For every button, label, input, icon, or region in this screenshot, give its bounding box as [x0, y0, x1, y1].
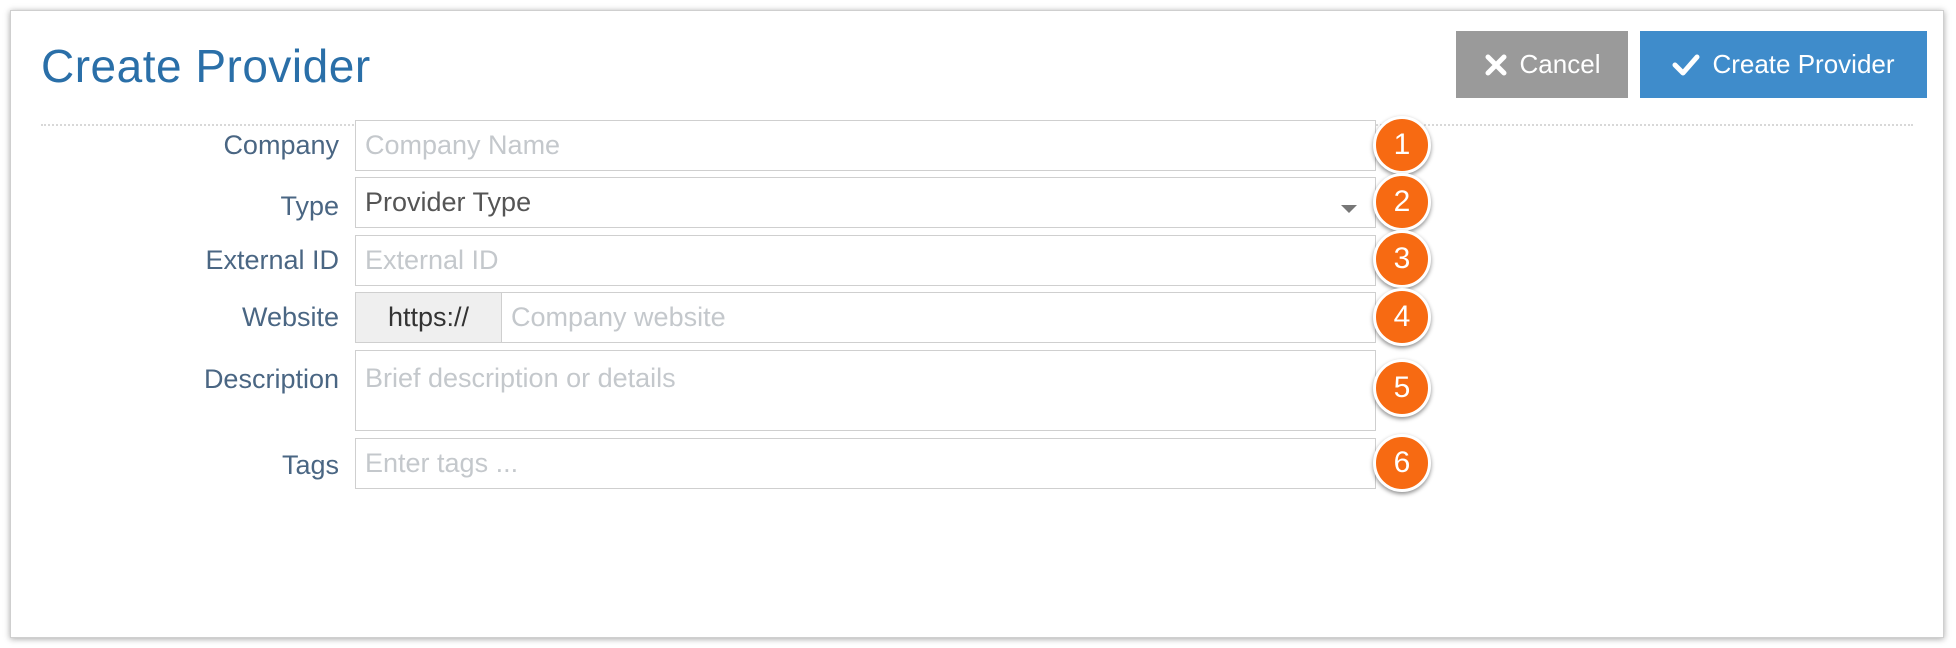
provider-type-value: Provider Type — [365, 187, 532, 217]
callout-badge-2: 2 — [1373, 173, 1431, 231]
callout-badge-6: 6 — [1373, 434, 1431, 492]
website-placeholder: Company website — [511, 302, 726, 332]
provider-type-select[interactable]: Provider Type — [355, 177, 1376, 228]
close-icon — [1485, 54, 1507, 75]
company-label: Company — [223, 130, 339, 160]
description-label: Description — [203, 364, 339, 394]
external-id-placeholder: External ID — [365, 245, 499, 275]
company-name-placeholder: Company Name — [365, 130, 561, 160]
callout-badge-4: 4 — [1373, 288, 1431, 346]
cancel-button-label: Cancel — [1519, 49, 1601, 79]
callout-badge-5: 5 — [1373, 359, 1431, 417]
website-label: Website — [241, 302, 339, 332]
external-id-input[interactable]: External ID — [355, 235, 1376, 286]
external-id-label: External ID — [205, 245, 339, 275]
cancel-button[interactable]: Cancel — [1456, 31, 1628, 98]
callout-badge-3: 3 — [1373, 230, 1431, 288]
create-provider-button[interactable]: Create Provider — [1640, 31, 1927, 98]
type-label: Type — [280, 191, 339, 221]
description-textarea[interactable]: Brief description or details — [355, 350, 1376, 431]
create-provider-panel: Create Provider Cancel Create Provider C… — [10, 10, 1944, 638]
create-button-label: Create Provider — [1712, 49, 1895, 79]
company-name-input[interactable]: Company Name — [355, 120, 1376, 171]
tags-input[interactable]: Enter tags ... — [355, 438, 1376, 489]
description-placeholder: Brief description or details — [365, 363, 676, 393]
website-protocol-prefix: https:// — [356, 293, 502, 342]
tags-label: Tags — [281, 450, 339, 480]
website-input-group[interactable]: https:// Company website — [355, 292, 1376, 343]
callout-badge-1: 1 — [1373, 116, 1431, 174]
tags-placeholder: Enter tags ... — [365, 448, 519, 478]
caret-down-icon — [1341, 205, 1357, 213]
checkmark-icon — [1672, 54, 1700, 75]
page-title: Create Provider — [41, 40, 371, 92]
